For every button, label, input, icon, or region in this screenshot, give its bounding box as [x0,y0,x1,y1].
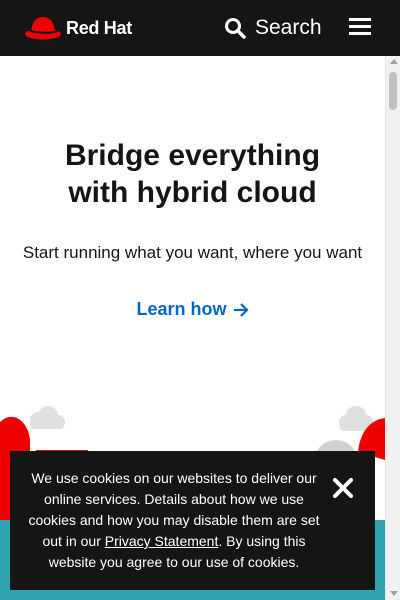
hero-title-line-1: Bridge everything [64,139,321,172]
search-label: Search [255,16,322,39]
learn-how-link[interactable]: Learn how [136,299,249,320]
red-hat-logo-icon [25,17,61,40]
scroll-up-icon[interactable] [390,59,398,64]
arrow-right-icon [233,302,249,317]
search-button[interactable]: Search [224,13,322,43]
cta-container: Learn how [0,299,385,320]
hero-title: Bridge everything with hybrid cloud [0,137,385,211]
brand-name: Red Hat [66,17,132,38]
search-icon [225,18,246,39]
close-icon[interactable] [332,477,354,499]
cookie-banner: We use cookies on our websites to delive… [10,451,375,590]
hamburger-menu-icon[interactable] [349,18,371,38]
page-scrollbar[interactable] [385,56,400,600]
cookie-message: We use cookies on our websites to delive… [22,468,326,573]
hero-subtitle: Start running what you want, where you w… [22,243,363,262]
red-hat-logo-link[interactable]: Red Hat [24,13,132,43]
privacy-statement-link[interactable]: Privacy Statement [105,533,219,549]
learn-how-label: Learn how [136,299,227,319]
site-header: Red Hat Search [0,0,400,56]
scroll-down-icon[interactable] [390,591,398,596]
hero-title-line-2: with hybrid cloud [68,176,317,209]
page: Red Hat Search Bridge everything with hy… [0,0,400,600]
scrollbar-thumb[interactable] [389,72,397,110]
